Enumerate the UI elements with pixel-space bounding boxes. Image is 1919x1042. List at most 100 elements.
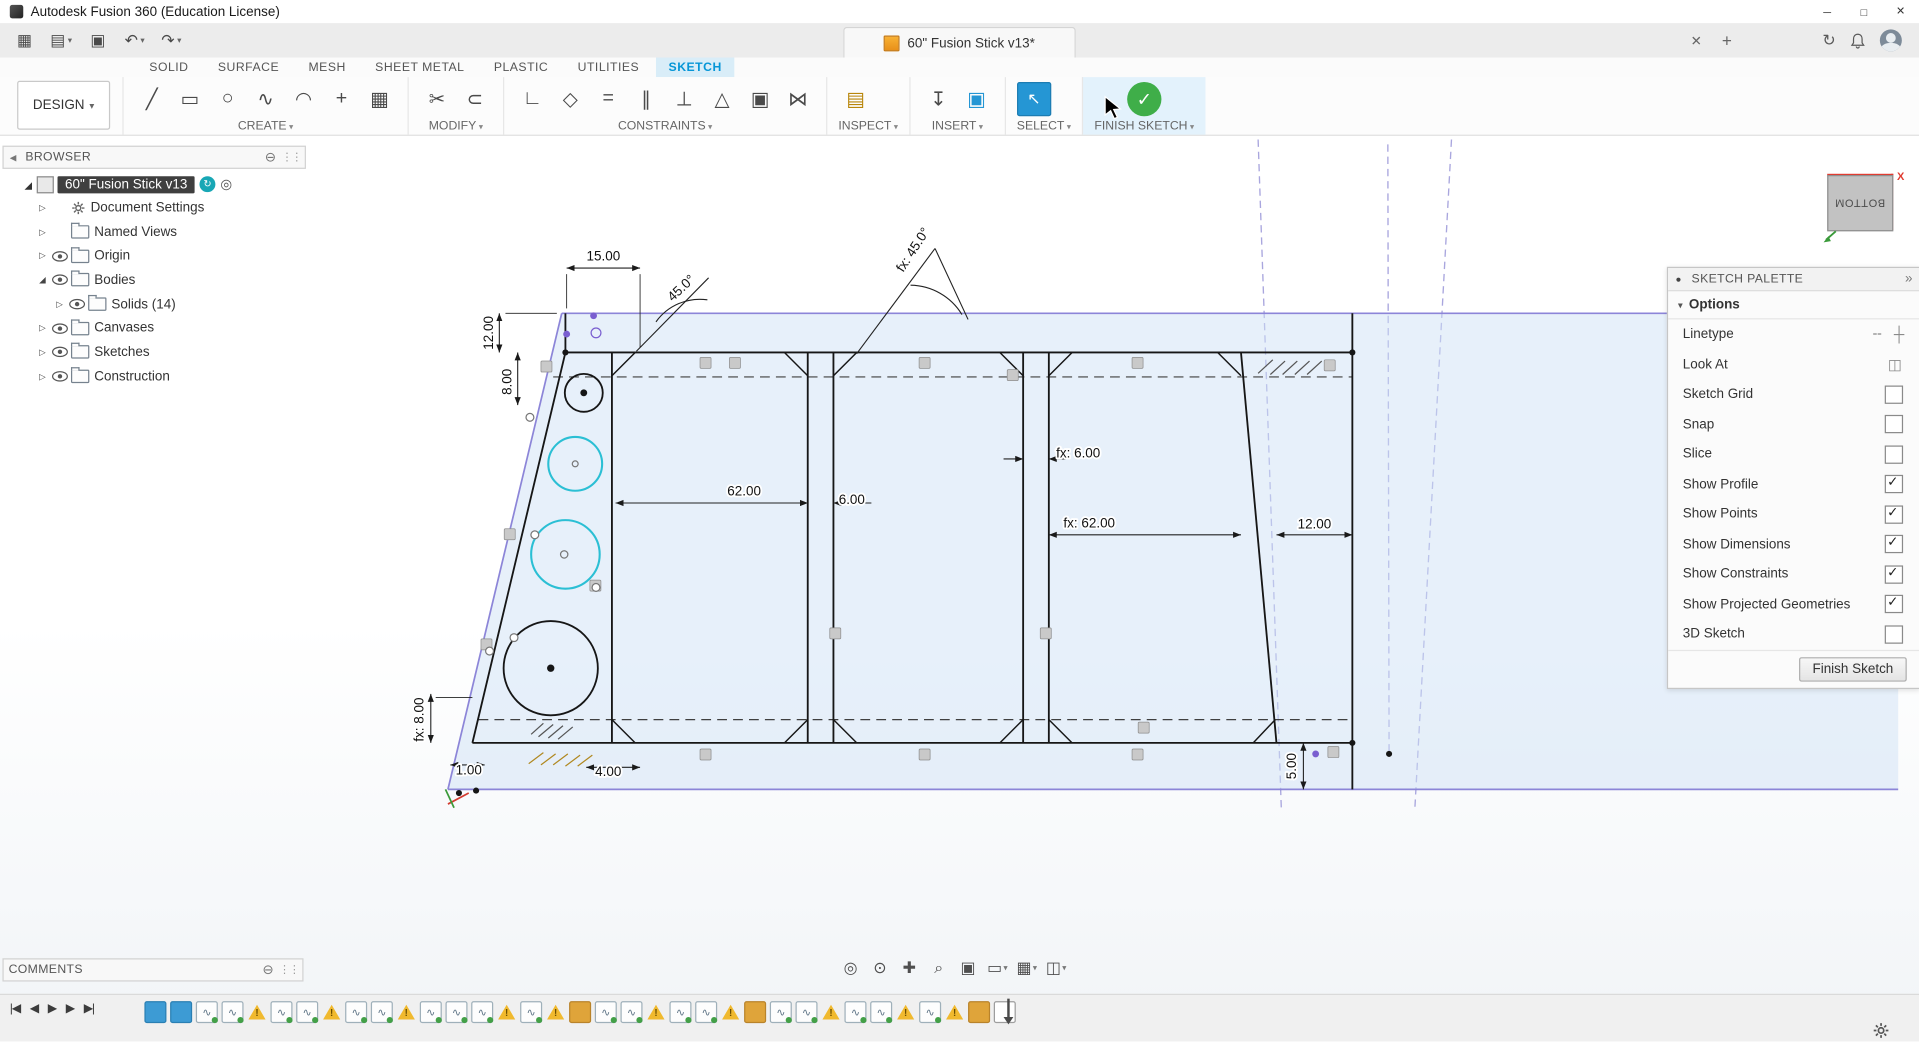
dimension-label[interactable]: fx: 8.00 [411,698,426,742]
step-forward-icon[interactable] [66,1002,74,1015]
timeline-feature[interactable] [144,1001,166,1023]
dimension-label[interactable]: fx: 62.00 [1063,515,1115,530]
look-at-icon[interactable] [869,957,891,979]
sketch-points[interactable] [456,312,1392,796]
timeline-feature[interactable] [471,1001,493,1023]
inspect-group-label[interactable]: INSPECT [838,120,898,133]
linetype-icons[interactable]: ╌┼ [1873,326,1905,343]
browser-item[interactable]: Solids (14) [2,292,306,316]
collapse-panel-icon[interactable] [4,151,21,164]
insert-group-label[interactable]: INSERT [921,120,993,133]
constraint-glyphs[interactable] [481,357,1339,760]
sketch-lines[interactable] [472,313,1352,789]
skip-to-end-icon[interactable] [84,1002,94,1015]
maximize-button[interactable]: □ [1846,0,1883,23]
line-tool-icon[interactable] [135,82,169,116]
new-tab-icon[interactable]: + [1716,31,1738,51]
sketch-circles[interactable] [504,374,603,715]
measure-tool-icon[interactable] [838,82,872,116]
eye-visibility-icon[interactable] [69,299,89,310]
minimize-panel-icon[interactable] [265,149,282,165]
select-tool-icon[interactable] [1017,82,1051,116]
options-section-header[interactable]: Options [1668,291,1919,319]
chamfer-lines[interactable] [612,352,1275,742]
parallel-constraint-icon[interactable] [629,82,663,116]
horizontal-vertical-constraint-icon[interactable] [515,82,549,116]
dimension-labels[interactable]: 15.0012.008.0045.0°fx: 45.0°62.006.00fx:… [411,225,1331,779]
option-checkbox[interactable] [1885,565,1903,583]
timeline-feature[interactable] [721,1002,741,1022]
drag-handle-icon[interactable] [279,963,302,976]
document-tab[interactable]: 60" Fusion Stick v13* [843,27,1076,59]
dimension-label[interactable]: 12.00 [481,316,496,350]
timeline-feature[interactable] [620,1001,642,1023]
option-checkbox[interactable] [1885,415,1903,433]
construction-lines[interactable] [1258,140,1451,811]
caret-icon[interactable] [39,372,51,382]
timeline-feature[interactable] [919,1001,941,1023]
application-menu-icon[interactable] [7,27,41,54]
option-checkbox[interactable] [1885,595,1903,613]
timeline-feature[interactable] [270,1001,292,1023]
display-settings-icon[interactable] [986,957,1008,979]
timeline-feature[interactable] [896,1002,916,1022]
caret-icon[interactable] [56,299,68,309]
pan-icon[interactable] [898,957,920,979]
ribbon-tab[interactable]: SOLID [137,58,201,78]
focus-target-icon[interactable] [220,176,232,192]
modify-group-label[interactable]: MODIFY [420,120,492,133]
constraints-group-label[interactable]: CONSTRAINTS [515,120,815,133]
caret-icon[interactable] [39,275,51,285]
rectangle-tool-icon[interactable] [173,82,207,116]
save-icon[interactable] [81,27,115,54]
timeline-feature[interactable] [821,1002,841,1022]
finish-sketch-icon[interactable] [1127,82,1161,116]
select-group-label[interactable]: SELECT [1017,120,1071,133]
browser-item[interactable]: Sketches [2,340,306,364]
caret-icon[interactable] [39,203,51,213]
option-checkbox[interactable] [1885,445,1903,463]
circle-tool-icon[interactable] [211,82,245,116]
viewcube-face[interactable]: BOTTOM [1827,175,1893,231]
equal-constraint-icon[interactable] [591,82,625,116]
dimension-label[interactable]: fx: 6.00 [1056,446,1100,461]
option-checkbox[interactable] [1885,475,1903,493]
orbit-icon[interactable] [840,957,862,979]
timeline-feature[interactable] [796,1001,818,1023]
timeline-feature[interactable] [196,1001,218,1023]
dimension-label[interactable]: 5.00 [1284,753,1299,779]
dimension-label[interactable]: 8.00 [500,369,515,395]
timeline-feature[interactable] [345,1001,367,1023]
fit-icon[interactable] [957,957,979,979]
browser-header[interactable]: BROWSER [2,146,306,169]
notifications-bell-icon[interactable] [1850,32,1865,48]
grid-settings-icon[interactable] [1016,957,1038,979]
dimension-label[interactable]: fx: 45.0° [893,225,933,275]
point-tool-icon[interactable] [324,82,358,116]
drag-handle-icon[interactable] [281,151,304,164]
browser-item[interactable]: Canvases [2,316,306,340]
zoom-icon[interactable] [928,957,950,979]
timeline-feature[interactable] [170,1001,192,1023]
dimension-label[interactable]: 45.0° [664,272,697,305]
browser-item[interactable]: Named Views [2,220,306,244]
timeline-feature[interactable] [247,1002,267,1022]
undo-icon[interactable] [117,27,151,54]
dimension-label[interactable]: 4.00 [595,764,621,779]
caret-icon[interactable] [39,348,51,358]
view-cube[interactable]: BOTTOM X [1821,168,1909,246]
workspace-selector[interactable]: DESIGN [17,81,110,130]
option-checkbox[interactable] [1885,535,1903,553]
browser-root-item[interactable]: 60" Fusion Stick v13 [2,173,306,196]
sync-status-icon[interactable] [200,176,216,192]
redo-icon[interactable] [154,27,188,54]
ribbon-tab[interactable]: SKETCH [656,58,734,78]
create-group-label[interactable]: CREATE [135,120,397,133]
skip-to-start-icon[interactable] [10,1002,20,1015]
timeline-feature[interactable] [569,1001,591,1023]
option-checkbox[interactable] [1885,505,1903,523]
ribbon-tab[interactable]: MESH [296,58,358,78]
timeline-feature[interactable] [870,1001,892,1023]
finish-sketch-palette-button[interactable]: Finish Sketch [1799,657,1907,681]
dimension-label[interactable]: 62.00 [727,484,761,499]
